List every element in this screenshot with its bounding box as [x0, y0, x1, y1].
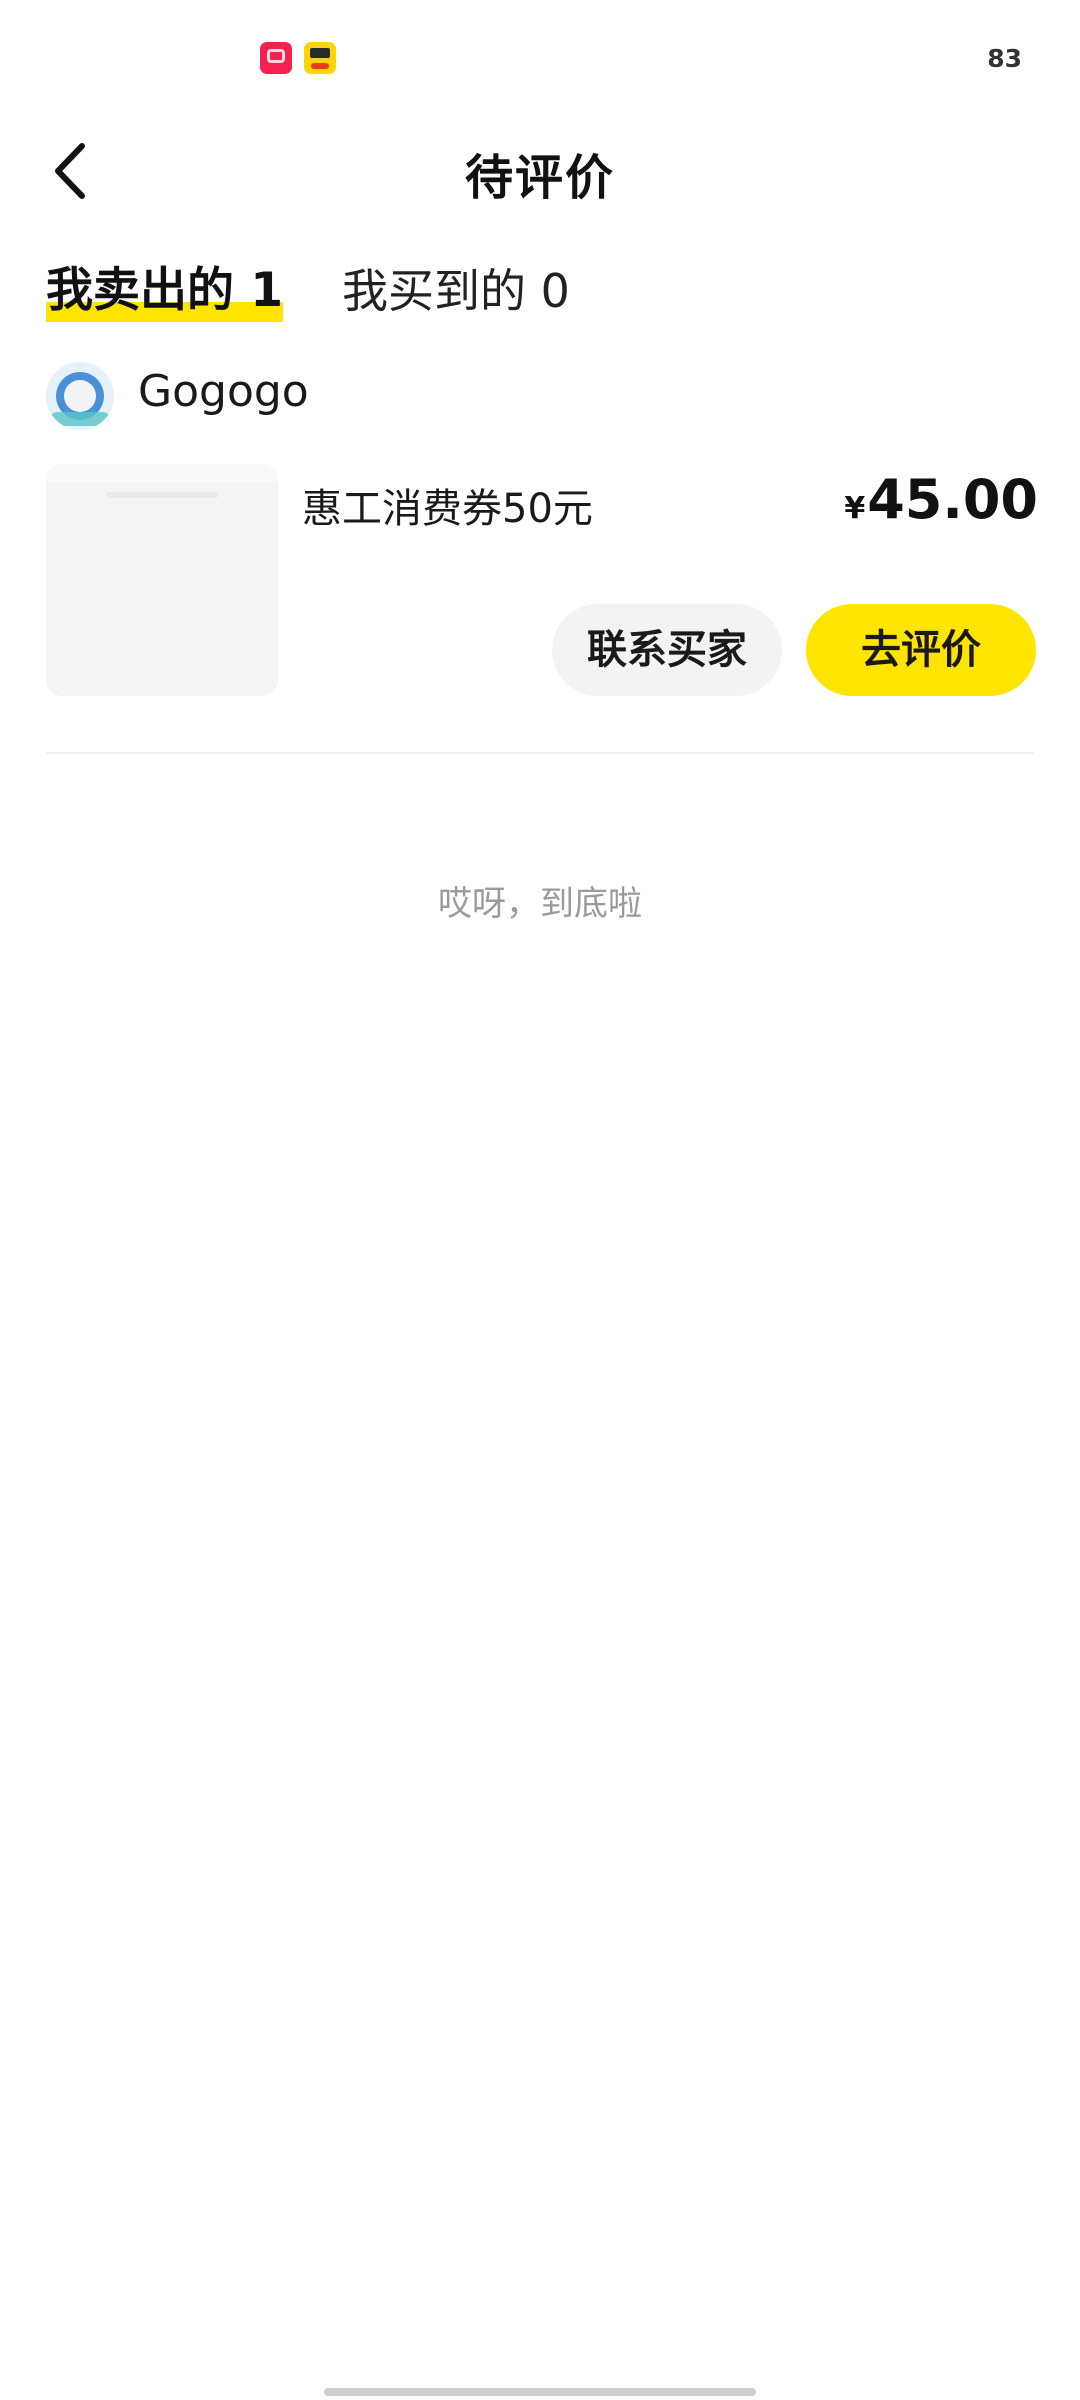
- contact-buyer-button[interactable]: 联系买家: [552, 604, 782, 696]
- page-title: 待评价: [464, 150, 615, 206]
- product-title[interactable]: 惠工消费券50元: [302, 476, 593, 534]
- tab-sold[interactable]: 我卖出的 1: [46, 258, 284, 324]
- status-bar: 83: [0, 0, 1080, 110]
- product-thumbnail[interactable]: [46, 464, 278, 696]
- avatar: [46, 362, 114, 430]
- tab-bought[interactable]: 我买到的 0: [342, 258, 570, 324]
- currency-symbol: ¥: [844, 491, 866, 526]
- battery-level: 83: [987, 44, 1022, 73]
- write-review-button[interactable]: 去评价: [806, 604, 1036, 696]
- taobao-app-icon: [260, 42, 292, 74]
- tab-bought-label: 我买到的 0: [342, 264, 570, 318]
- seller-name: Gogogo: [138, 366, 309, 417]
- page: 83 待评价 我卖出的 1 我买到的 0 Gogogo 惠工消费券50元 ¥45…: [0, 0, 1080, 2400]
- price: ¥45.00: [844, 468, 1038, 531]
- price-amount: 45.00: [867, 468, 1038, 531]
- home-indicator[interactable]: [324, 2388, 756, 2396]
- divider: [46, 752, 1034, 754]
- nav-bar: 待评价: [0, 120, 1080, 220]
- end-of-list-text: 哎呀，到底啦: [438, 884, 642, 924]
- tab-sold-label: 我卖出的 1: [46, 263, 284, 318]
- xianyu-app-icon: [304, 42, 336, 74]
